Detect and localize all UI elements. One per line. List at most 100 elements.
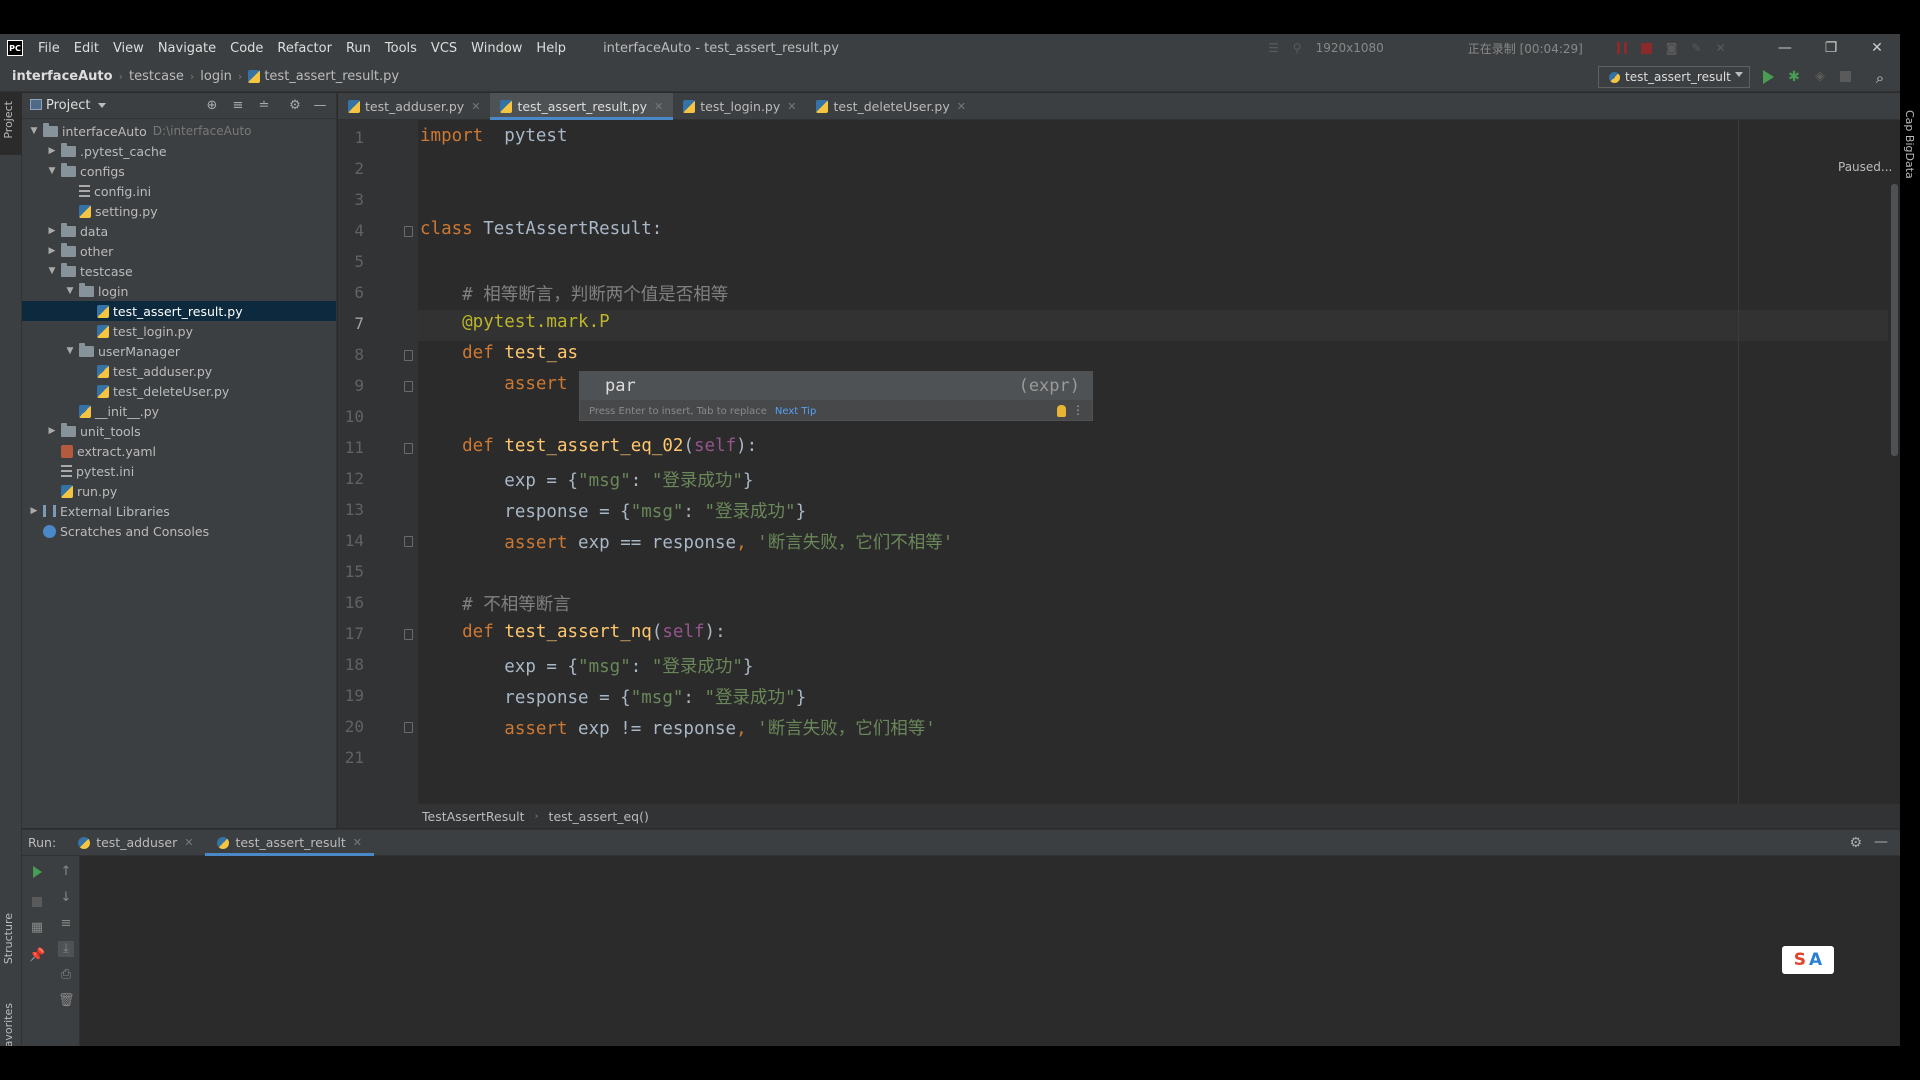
recorder-close-icon[interactable]: ✕ [1716,41,1726,55]
restore-window-icon[interactable]: ❐ [1808,34,1854,62]
gear-icon[interactable]: ⚙ [1849,835,1862,851]
tree-item[interactable]: ▶test_adduser.py [22,361,336,381]
next-tip-link[interactable]: Next Tip [775,406,816,417]
close-icon[interactable]: ✕ [957,100,966,113]
close-icon[interactable]: ✕ [787,100,796,113]
recorder-pause-icon[interactable] [1616,42,1627,54]
chevron-right-icon[interactable]: ▶ [46,246,58,256]
trash-icon[interactable]: 🗑 [58,993,75,1009]
tree-item[interactable]: ▶ data [22,221,336,241]
menu-vcs[interactable]: VCS [424,41,464,56]
run-button[interactable] [1760,69,1776,85]
tree-item[interactable]: ▶run.py [22,481,336,501]
locate-file-icon[interactable]: ⊕ [204,98,220,114]
run-configuration-select[interactable]: test_assert_result [1598,66,1750,88]
chevron-right-icon[interactable]: ▶ [28,506,40,516]
chevron-right-icon[interactable]: ▶ [46,426,58,436]
tree-item[interactable]: ▶extract.yaml [22,441,336,461]
tab-test-adduser[interactable]: test_adduser.py ✕ [338,93,490,120]
menu-navigate[interactable]: Navigate [151,41,223,56]
chevron-down-icon[interactable]: ▼ [46,266,58,276]
chevron-down-icon[interactable]: ▼ [46,166,58,176]
fold-marker-icon[interactable] [404,443,413,454]
recorder-camera-icon[interactable]: ◙ [1666,41,1678,55]
fold-marker-icon[interactable] [404,722,413,733]
menu-code[interactable]: Code [223,41,270,56]
menu-help[interactable]: Help [529,41,573,56]
tree-item[interactable]: ▼ testcase [22,261,336,281]
favorites-tab-label[interactable]: Favorites [2,1003,15,1046]
recorder-menu-icon[interactable]: ☰ [1268,41,1279,55]
tree-item[interactable]: ▼ configs [22,161,336,181]
recorder-stop-icon[interactable] [1640,42,1652,54]
tab-test-deleteuser[interactable]: test_deleteUser.py ✕ [806,93,976,120]
completion-item[interactable]: par (expr) [580,372,1092,400]
tree-item[interactable]: ▼ interfaceAuto D:\interfaceAuto [22,121,336,141]
recorder-pen-icon[interactable]: ✎ [1691,41,1701,55]
editor-crumb-method[interactable]: test_assert_eq() [549,809,649,824]
menu-refactor[interactable]: Refactor [270,41,339,56]
menu-file[interactable]: File [31,41,67,56]
breadcrumb-project[interactable]: interfaceAuto [12,69,113,84]
chevron-down-icon[interactable]: ▼ [64,286,76,296]
collapse-all-icon[interactable]: ≐ [256,98,272,114]
menu-view[interactable]: View [106,41,151,56]
chevron-right-icon[interactable]: ▶ [46,146,58,156]
tree-item[interactable]: ▶ External Libraries [22,501,336,521]
tree-item[interactable]: ▶ .pytest_cache [22,141,336,161]
editor-scrollbar[interactable] [1891,184,1898,456]
stop-icon[interactable] [29,894,45,910]
tree-item[interactable]: ▶__init__.py [22,401,336,421]
recorder-pin-icon[interactable]: ⚲ [1293,41,1302,55]
tree-item[interactable]: ▶test_assert_result.py [22,301,336,321]
tree-item[interactable]: ▶ other [22,241,336,261]
search-button[interactable]: ⌕ [1872,69,1888,87]
soft-wrap-icon[interactable]: ≡ [58,916,74,932]
debug-button[interactable]: ✱ [1786,69,1802,85]
settings-button[interactable] [1898,69,1900,85]
menu-edit[interactable]: Edit [67,41,106,56]
print-icon[interactable]: ⎙ [58,967,74,983]
ime-indicator-icon[interactable]: SA [1782,946,1834,974]
structure-tab-label[interactable]: Structure [2,913,15,964]
arrow-up-icon[interactable]: ↑ [58,864,74,880]
more-options-icon[interactable]: ⋮ [1072,403,1084,417]
close-icon[interactable]: ✕ [654,100,663,113]
tree-item[interactable]: ▶ unit_tools [22,421,336,441]
fold-marker-icon[interactable] [404,629,413,640]
coverage-button[interactable]: ◈ [1812,69,1828,85]
close-icon[interactable]: ✕ [353,836,362,849]
arrow-down-icon[interactable]: ↓ [58,890,74,906]
breadcrumb-file[interactable]: test_assert_result.py [264,69,399,84]
tree-item[interactable]: ▶setting.py [22,201,336,221]
gear-icon[interactable]: ⚙ [287,98,303,114]
minimize-window-icon[interactable]: — [1762,34,1808,62]
layout-icon[interactable]: ▦ [29,920,45,936]
project-panel-title[interactable]: Project [46,98,90,113]
fold-marker-icon[interactable] [404,536,413,547]
run-tab-test-assert-result[interactable]: test_assert_result ✕ [205,829,374,856]
code-editor[interactable]: import pytest class TestAssertResult: # 相… [418,120,1888,804]
tree-item[interactable]: ▶pytest.ini [22,461,336,481]
chevron-right-icon[interactable]: ▶ [46,226,58,236]
chevron-down-icon[interactable] [98,103,107,108]
tree-item[interactable]: ▶Scratches and Consoles [22,521,336,541]
chevron-down-icon[interactable]: ▼ [28,126,40,136]
tree-item[interactable]: ▶test_login.py [22,321,336,341]
fold-marker-icon[interactable] [404,381,413,392]
stop-button[interactable] [1838,69,1854,85]
expand-all-icon[interactable]: ≡ [230,98,246,114]
close-icon[interactable]: ✕ [184,836,193,849]
tab-test-login[interactable]: test_login.py ✕ [673,93,806,120]
tree-item[interactable]: ▼ login [22,281,336,301]
hide-panel-icon[interactable]: — [1874,834,1888,850]
close-window-icon[interactable]: ✕ [1854,34,1900,62]
project-tool-tab[interactable]: Project [0,93,22,155]
fold-marker-icon[interactable] [404,226,413,237]
tree-item[interactable]: ▶config.ini [22,181,336,201]
menu-tools[interactable]: Tools [378,41,424,56]
rerun-button[interactable] [29,864,45,880]
tab-test-assert-result[interactable]: test_assert_result.py ✕ [490,93,674,120]
fold-marker-icon[interactable] [404,350,413,361]
hide-panel-icon[interactable]: — [312,98,328,114]
